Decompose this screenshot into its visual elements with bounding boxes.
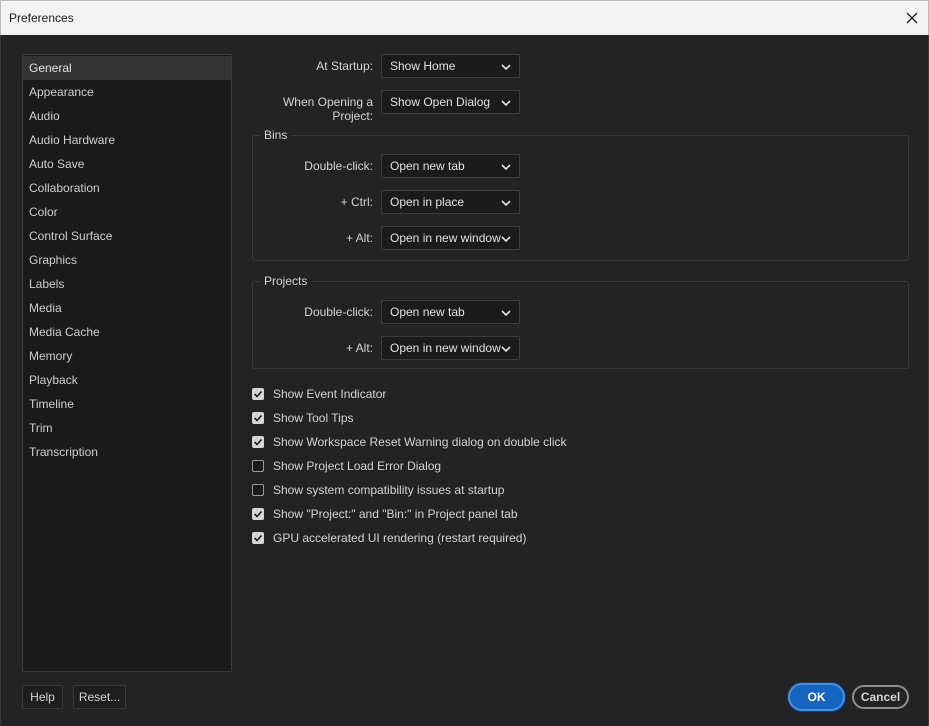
checkbox-box[interactable]: [252, 412, 264, 424]
checkbox-box[interactable]: [252, 388, 264, 400]
projects-double-click-dropdown[interactable]: Open new tab: [381, 300, 520, 324]
sidebar-item-general[interactable]: General: [23, 56, 231, 80]
at-startup-value: Show Home: [390, 59, 456, 73]
projects-double-click-label: Double-click:: [304, 305, 373, 319]
bins-double-click-value: Open new tab: [390, 159, 465, 173]
sidebar-item-media[interactable]: Media: [23, 296, 231, 320]
sidebar-item-media-cache[interactable]: Media Cache: [23, 320, 231, 344]
sidebar-item-collaboration[interactable]: Collaboration: [23, 176, 231, 200]
sidebar-item-trim[interactable]: Trim: [23, 416, 231, 440]
chevron-down-icon: [501, 164, 511, 171]
checkbox-box[interactable]: [252, 460, 264, 472]
opening-project-label: When Opening a Project:: [282, 95, 373, 123]
checkbox-workspace-reset-warning[interactable]: Show Workspace Reset Warning dialog on d…: [252, 434, 566, 450]
projects-alt-label: + Alt:: [345, 341, 373, 355]
chevron-down-icon: [501, 346, 511, 353]
projects-group-title: Projects: [260, 274, 312, 288]
checkbox-show-tool-tips[interactable]: Show Tool Tips: [252, 410, 354, 426]
reset-button[interactable]: Reset...: [73, 685, 126, 709]
checkbox-box[interactable]: [252, 508, 264, 520]
projects-group: [252, 281, 909, 369]
bins-double-click-dropdown[interactable]: Open new tab: [381, 154, 520, 178]
checkbox-label: Show Event Indicator: [273, 387, 387, 401]
sidebar-item-auto-save[interactable]: Auto Save: [23, 152, 231, 176]
at-startup-dropdown[interactable]: Show Home: [381, 54, 520, 78]
close-icon: [906, 12, 918, 24]
opening-project-dropdown[interactable]: Show Open Dialog: [381, 90, 520, 114]
sidebar-item-labels[interactable]: Labels: [23, 272, 231, 296]
bins-ctrl-label: + Ctrl:: [340, 195, 373, 209]
sidebar-item-audio[interactable]: Audio: [23, 104, 231, 128]
bins-alt-dropdown[interactable]: Open in new window: [381, 226, 520, 250]
bins-alt-value: Open in new window: [390, 231, 501, 245]
checkbox-system-compatibility[interactable]: Show system compatibility issues at star…: [252, 482, 504, 498]
chevron-down-icon: [501, 64, 511, 71]
projects-alt-value: Open in new window: [390, 341, 501, 355]
preferences-category-list: General Appearance Audio Audio Hardware …: [22, 54, 232, 672]
checkbox-project-bin-in-tab[interactable]: Show "Project:" and "Bin:" in Project pa…: [252, 506, 518, 522]
bins-group-title: Bins: [260, 128, 292, 142]
projects-double-click-value: Open new tab: [390, 305, 465, 319]
at-startup-label: At Startup:: [316, 59, 373, 73]
sidebar-item-memory[interactable]: Memory: [23, 344, 231, 368]
checkbox-label: GPU accelerated UI rendering (restart re…: [273, 531, 527, 545]
preferences-dialog: General Appearance Audio Audio Hardware …: [0, 35, 929, 726]
chevron-down-icon: [501, 200, 511, 207]
window-titlebar: Preferences: [0, 0, 929, 35]
sidebar-item-timeline[interactable]: Timeline: [23, 392, 231, 416]
chevron-down-icon: [501, 236, 511, 243]
checkbox-label: Show Project Load Error Dialog: [273, 459, 442, 473]
chevron-down-icon: [501, 310, 511, 317]
checkbox-show-event-indicator[interactable]: Show Event Indicator: [252, 386, 386, 402]
cancel-button[interactable]: Cancel: [852, 685, 909, 709]
opening-project-value: Show Open Dialog: [390, 95, 491, 109]
sidebar-item-audio-hardware[interactable]: Audio Hardware: [23, 128, 231, 152]
close-button[interactable]: [902, 8, 922, 28]
sidebar-item-transcription[interactable]: Transcription: [23, 440, 231, 464]
checkbox-project-load-error[interactable]: Show Project Load Error Dialog: [252, 458, 441, 474]
checkmark-icon: [253, 510, 263, 518]
sidebar-item-control-surface[interactable]: Control Surface: [23, 224, 231, 248]
bins-alt-label: + Alt:: [345, 231, 373, 245]
checkbox-label: Show Tool Tips: [273, 411, 354, 425]
checkmark-icon: [253, 438, 263, 446]
sidebar-item-playback[interactable]: Playback: [23, 368, 231, 392]
checkbox-box[interactable]: [252, 484, 264, 496]
sidebar-item-graphics[interactable]: Graphics: [23, 248, 231, 272]
checkbox-label: Show "Project:" and "Bin:" in Project pa…: [273, 507, 518, 521]
checkbox-box[interactable]: [252, 436, 264, 448]
checkbox-label: Show system compatibility issues at star…: [273, 483, 505, 497]
bins-double-click-label: Double-click:: [304, 159, 373, 173]
checkbox-gpu-ui-rendering[interactable]: GPU accelerated UI rendering (restart re…: [252, 530, 526, 546]
checkmark-icon: [253, 414, 263, 422]
bins-ctrl-value: Open in place: [390, 195, 465, 209]
projects-alt-dropdown[interactable]: Open in new window: [381, 336, 520, 360]
window-title: Preferences: [9, 11, 74, 25]
sidebar-item-color[interactable]: Color: [23, 200, 231, 224]
sidebar-item-appearance[interactable]: Appearance: [23, 80, 231, 104]
checkbox-label: Show Workspace Reset Warning dialog on d…: [273, 435, 567, 449]
ok-button[interactable]: OK: [788, 683, 845, 711]
checkmark-icon: [253, 534, 263, 542]
bins-ctrl-dropdown[interactable]: Open in place: [381, 190, 520, 214]
help-button[interactable]: Help: [22, 685, 63, 709]
checkmark-icon: [253, 390, 263, 398]
checkbox-box[interactable]: [252, 532, 264, 544]
chevron-down-icon: [501, 100, 511, 107]
